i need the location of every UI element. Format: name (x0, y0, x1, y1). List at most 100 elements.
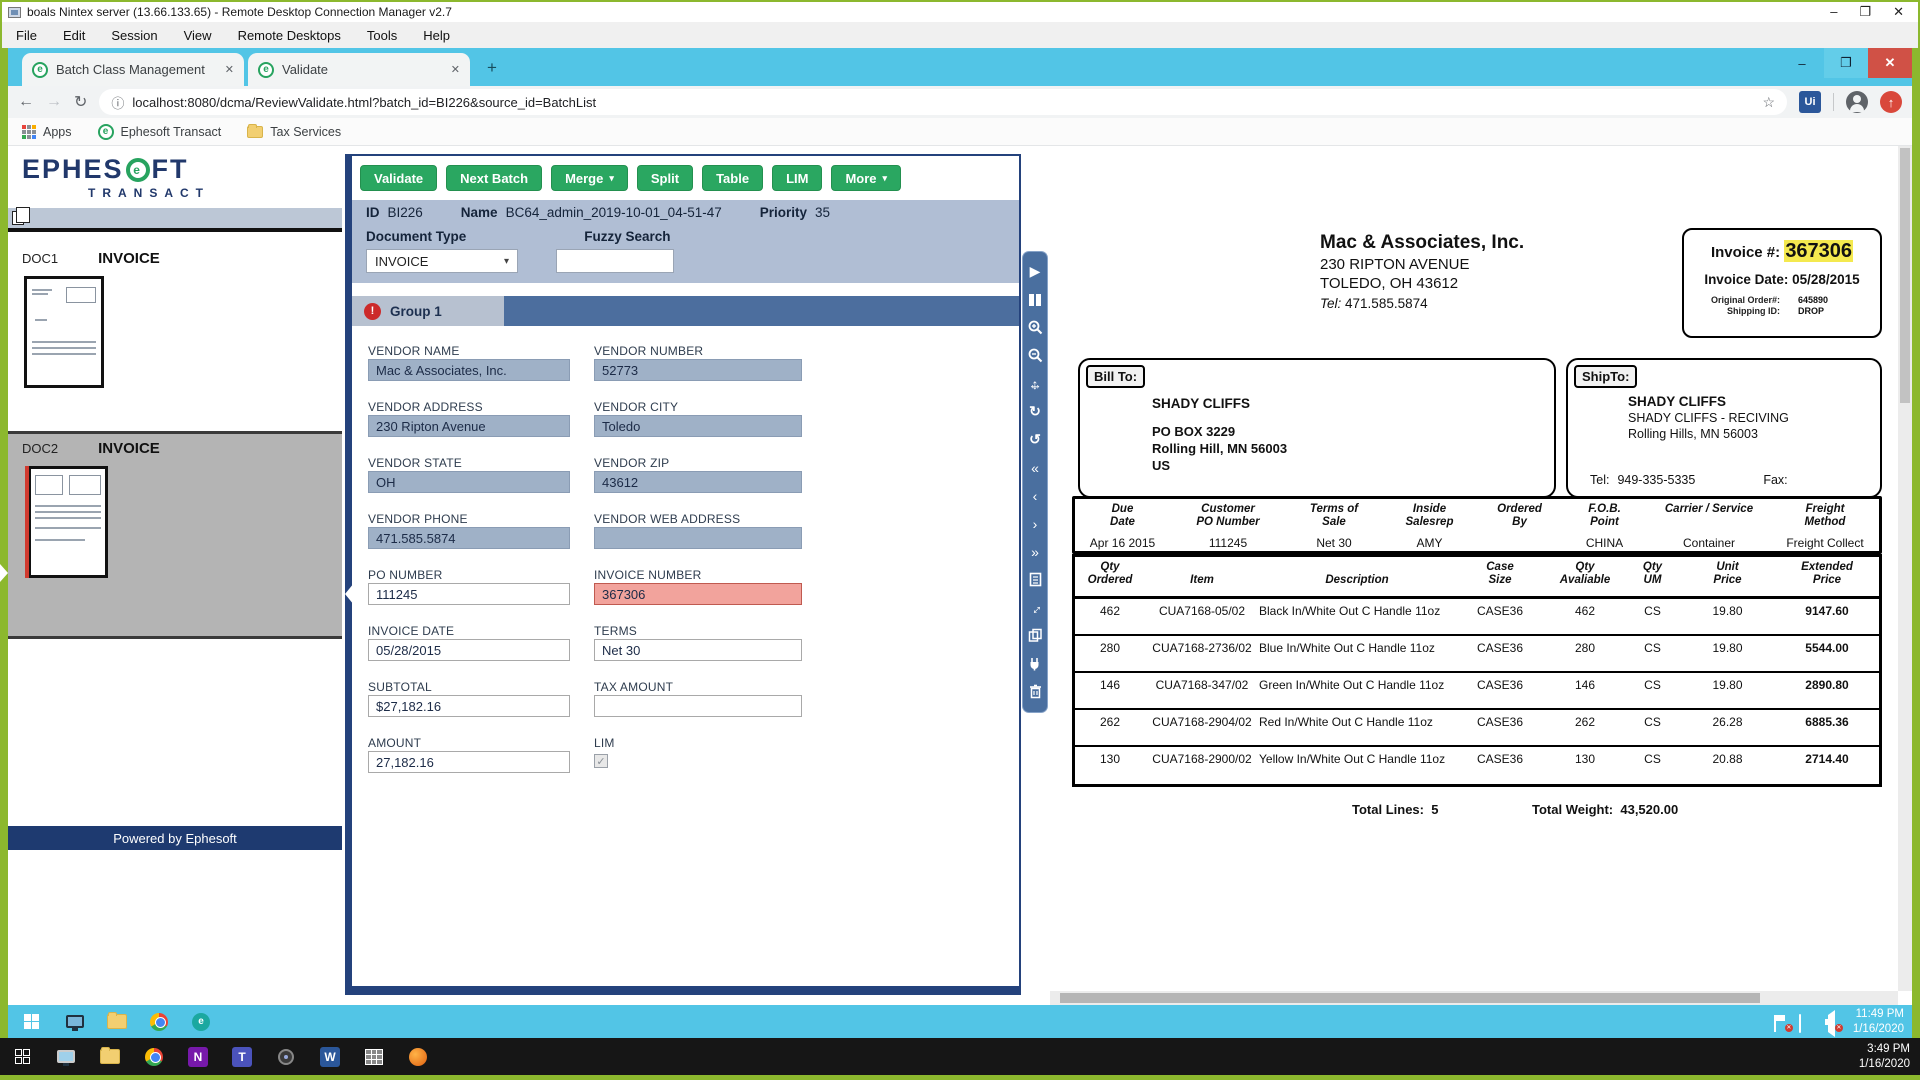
horizontal-scrollbar[interactable] (1050, 991, 1898, 1005)
tab-close-icon[interactable]: ✕ (451, 63, 460, 76)
split-view-icon[interactable] (1024, 286, 1046, 313)
host-clock[interactable]: 3:49 PM 1/16/2020 (1859, 1042, 1920, 1072)
scrollbar-thumb[interactable] (1900, 148, 1910, 403)
new-tab-button[interactable]: + (478, 54, 506, 82)
next-page-icon[interactable]: › (1024, 510, 1046, 537)
host-rdcman-icon[interactable] (44, 1038, 88, 1075)
document-type-select[interactable]: INVOICE ▾ (366, 249, 518, 273)
document-page-icon[interactable] (1024, 566, 1046, 593)
vendor-number-input[interactable]: 52773 (594, 359, 802, 381)
remote-task-view-icon[interactable] (54, 1005, 96, 1038)
forward-icon[interactable]: → (46, 93, 62, 111)
remote-file-explorer-icon[interactable] (96, 1005, 138, 1038)
copy-pages-icon[interactable] (12, 207, 30, 225)
table-button[interactable]: Table (702, 165, 764, 191)
bookmark-tax-services[interactable]: Tax Services (247, 123, 341, 139)
remote-ephesoft-app-icon[interactable]: e (180, 1005, 222, 1038)
split-button[interactable]: Split (636, 165, 694, 191)
chrome-minimize-button[interactable]: – (1780, 48, 1824, 78)
validate-button[interactable]: Validate (360, 165, 438, 191)
tab-group-1[interactable]: ! Group 1 (352, 296, 504, 326)
invoice-number-input[interactable]: 367306 (594, 583, 802, 605)
duplicate-page-icon[interactable] (1024, 622, 1046, 649)
action-center-flag-icon[interactable]: ✕ (1773, 1014, 1793, 1032)
doc2-thumbnail[interactable] (25, 466, 108, 578)
tab-batch-class-management[interactable]: e Batch Class Management ✕ (22, 53, 244, 86)
chrome-update-icon[interactable]: ↑ (1880, 91, 1902, 113)
host-chrome-icon[interactable] (132, 1038, 176, 1075)
invoice-document-view[interactable]: Mac & Associates, Inc. 230 RIPTON AVENUE… (1050, 146, 1898, 991)
first-page-icon[interactable]: « (1024, 454, 1046, 481)
host-teams-icon[interactable]: T (220, 1038, 264, 1075)
last-page-icon[interactable]: » (1024, 538, 1046, 565)
subtotal-input[interactable]: $27,182.16 (368, 695, 570, 717)
rotate-clockwise-icon[interactable]: ↻ (1024, 398, 1046, 425)
tab-validate[interactable]: e Validate ✕ (248, 53, 470, 86)
delete-trash-icon[interactable] (1024, 678, 1046, 705)
invoice-date-input[interactable]: 05/28/2015 (368, 639, 570, 661)
network-icon[interactable] (1798, 1013, 1815, 1033)
zoom-in-icon[interactable] (1024, 314, 1046, 341)
doc1-header[interactable]: DOC1 INVOICE (22, 250, 160, 267)
host-start-button[interactable] (0, 1038, 44, 1075)
po-number-input[interactable]: 111245 (368, 583, 570, 605)
host-firefox-icon[interactable] (396, 1038, 440, 1075)
vendor-address-input[interactable]: 230 Ripton Avenue (368, 415, 570, 437)
tax-amount-input[interactable] (594, 695, 802, 717)
doc1-thumbnail[interactable] (24, 276, 104, 388)
bookmark-star-icon[interactable]: ☆ (1762, 94, 1775, 111)
vendor-state-input[interactable]: OH (368, 471, 570, 493)
scrollbar-thumb[interactable] (1060, 993, 1760, 1003)
menu-view[interactable]: View (184, 28, 212, 43)
terms-input[interactable]: Net 30 (594, 639, 802, 661)
vendor-web-address-input[interactable] (594, 527, 802, 549)
rotate-counterclockwise-icon[interactable]: ↺ (1024, 426, 1046, 453)
volume-muted-icon[interactable]: ✕ (1824, 1009, 1843, 1037)
host-camera-icon[interactable] (264, 1038, 308, 1075)
back-icon[interactable]: ← (18, 93, 34, 111)
rdcman-restore-icon[interactable]: ❐ (1859, 4, 1871, 20)
amount-input[interactable]: 27,182.16 (368, 751, 570, 773)
bookmark-ephesoft-transact[interactable]: e Ephesoft Transact (97, 123, 221, 140)
menu-edit[interactable]: Edit (63, 28, 85, 43)
menu-help[interactable]: Help (423, 28, 450, 43)
menu-file[interactable]: File (16, 28, 37, 43)
vendor-city-input[interactable]: Toledo (594, 415, 802, 437)
remote-chrome-icon[interactable] (138, 1005, 180, 1038)
profile-avatar-icon[interactable] (1846, 91, 1868, 113)
host-onenote-icon[interactable]: N (176, 1038, 220, 1075)
vendor-zip-input[interactable]: 43612 (594, 471, 802, 493)
fit-expand-icon[interactable]: ↔ (1024, 594, 1046, 621)
merge-button[interactable]: Merge ▾ (551, 165, 628, 191)
previous-page-icon[interactable]: ‹ (1024, 482, 1046, 509)
play-icon[interactable]: ▶ (1024, 258, 1046, 285)
host-word-icon[interactable]: W (308, 1038, 352, 1075)
site-info-icon[interactable]: ⓘ (111, 93, 124, 112)
sidebar-expand-arrow[interactable] (0, 564, 8, 582)
lim-button[interactable]: LIM (772, 165, 823, 191)
vertical-scrollbar[interactable] (1898, 146, 1912, 991)
menu-remote-desktops[interactable]: Remote Desktops (238, 28, 341, 43)
reload-icon[interactable]: ↻ (74, 92, 87, 112)
chrome-close-button[interactable]: ✕ (1868, 48, 1912, 78)
host-file-explorer-icon[interactable] (88, 1038, 132, 1075)
menu-session[interactable]: Session (111, 28, 157, 43)
vendor-phone-input[interactable]: 471.585.5874 (368, 527, 570, 549)
vendor-name-input[interactable]: Mac & Associates, Inc. (368, 359, 570, 381)
chrome-restore-button[interactable]: ❐ (1824, 48, 1868, 78)
bookmark-apps[interactable]: Apps (22, 124, 72, 139)
zoom-out-icon[interactable] (1024, 342, 1046, 369)
plug-connector-icon[interactable] (1024, 650, 1046, 677)
host-excel-grid-icon[interactable] (352, 1038, 396, 1075)
rdcman-close-icon[interactable]: ✕ (1893, 4, 1904, 20)
doc2-header[interactable]: DOC2 INVOICE (22, 440, 160, 457)
rdcman-minimize-icon[interactable]: – (1830, 4, 1837, 20)
tab-close-icon[interactable]: ✕ (225, 63, 234, 76)
lim-checkbox[interactable]: ✓ (594, 754, 608, 768)
menu-tools[interactable]: Tools (367, 28, 397, 43)
pan-move-icon[interactable]: ↔ ↕ (1024, 370, 1046, 397)
fuzzy-search-input[interactable] (556, 249, 674, 273)
uipath-extension-icon[interactable]: Ui (1799, 91, 1821, 113)
more-button[interactable]: More ▾ (831, 165, 902, 191)
remote-start-button[interactable] (8, 1005, 54, 1038)
